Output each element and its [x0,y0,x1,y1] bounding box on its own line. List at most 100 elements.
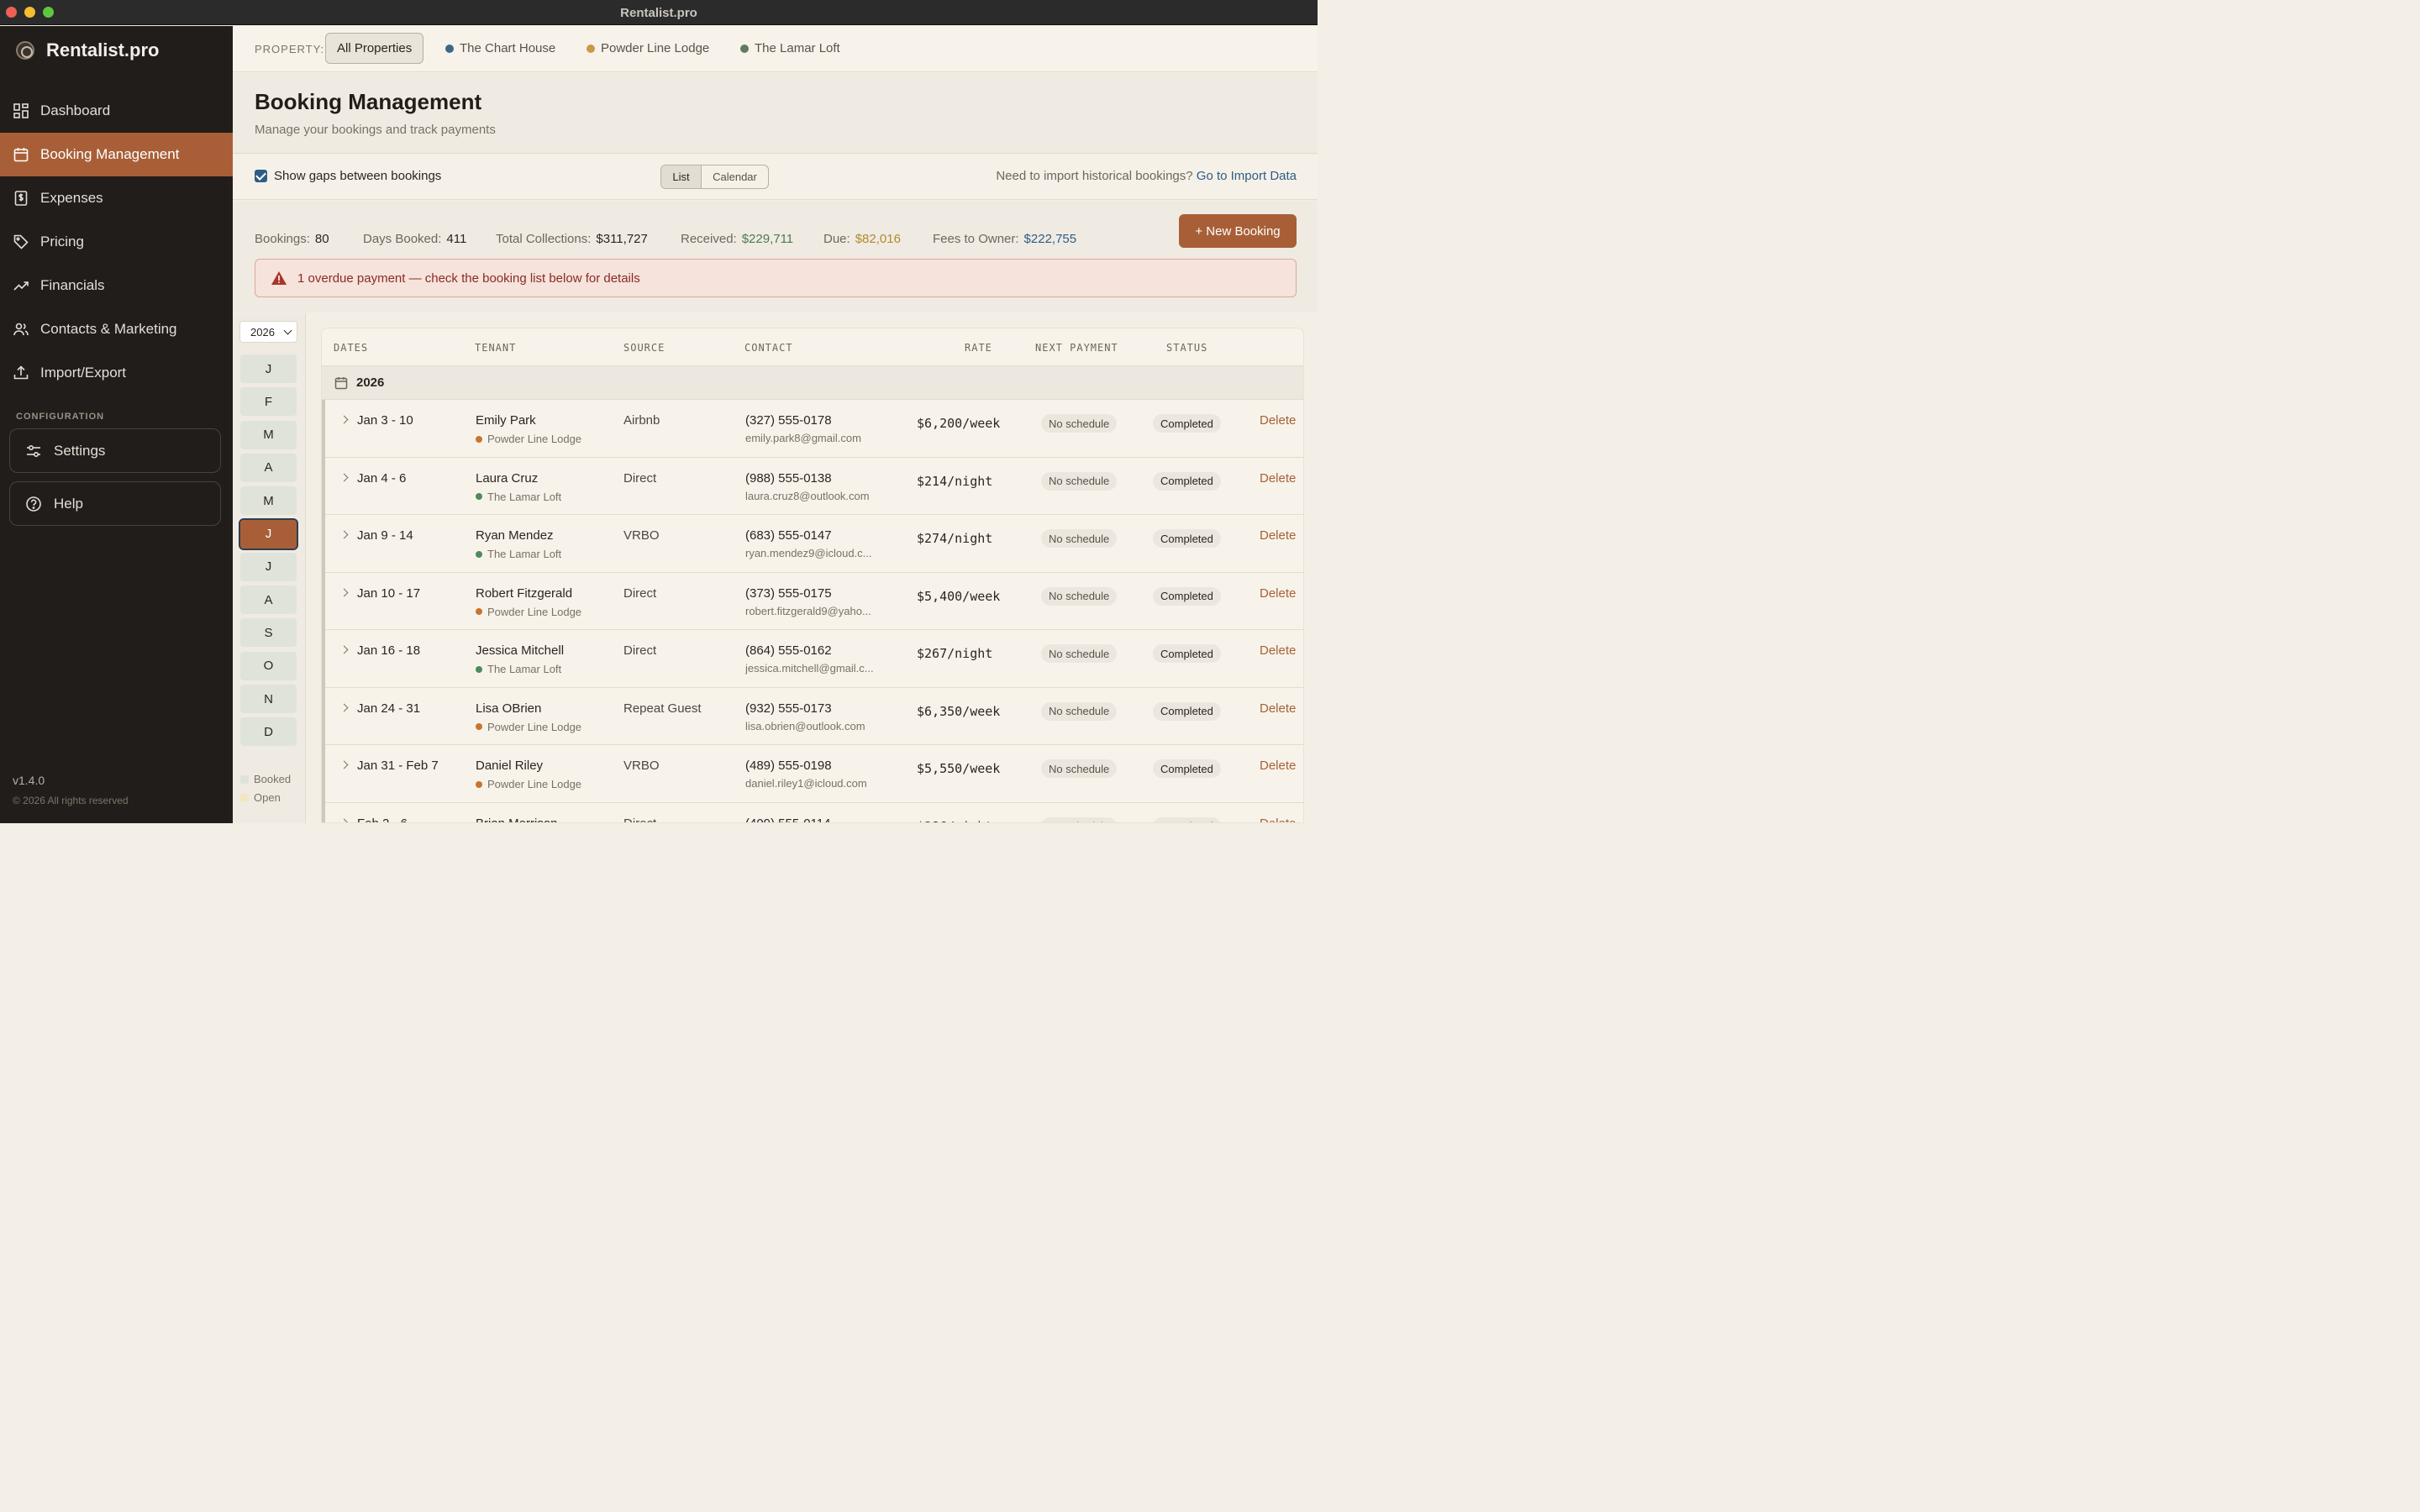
booking-rate: $274/night [917,531,993,546]
delete-booking-button[interactable]: Delete [1260,471,1296,486]
column-header-source[interactable]: SOURCE [623,342,665,354]
month-button[interactable]: J [239,517,298,550]
month-button[interactable]: D [240,717,297,747]
property-option-chart-house[interactable]: The Chart House [445,41,555,55]
status-badge: Completed [1153,471,1221,491]
contact-phone: (988) 555-0138 [745,470,832,486]
month-button[interactable]: F [240,387,297,417]
sidebar-item-contacts-marketing[interactable]: Contacts & Marketing [0,307,233,351]
property-all-button[interactable]: All Properties [325,33,424,64]
delete-booking-button[interactable]: Delete [1260,701,1296,716]
sidebar-item-label: Booking Management [40,146,180,162]
delete-booking-button[interactable]: Delete [1260,816,1296,823]
sidebar-item-dashboard[interactable]: Dashboard [0,89,233,133]
property-color-dot [445,44,454,53]
help-icon [26,496,41,512]
booking-rows: Jan 3 - 10 Emily Park Powder Line Lodge Air… [322,400,1303,823]
month-button[interactable]: J [240,552,297,581]
column-header-rate[interactable]: RATE [965,342,992,354]
table-row[interactable]: Jan 3 - 10 Emily Park Powder Line Lodge Air… [325,400,1303,458]
show-gaps-label[interactable]: Show gaps between bookings [274,169,441,183]
booking-source: VRBO [623,759,660,773]
chevron-right-icon[interactable] [339,530,349,539]
view-toggle: List Calendar [660,165,769,189]
sidebar-item-import-export[interactable]: Import/Export [0,351,233,395]
month-button[interactable]: M [240,486,297,516]
table-row[interactable]: Jan 4 - 6 Laura Cruz The Lamar Loft Direct (… [325,457,1303,515]
settings-button[interactable]: Settings [9,428,221,473]
month-button[interactable]: N [240,685,297,713]
page-header: Booking Management Manage your bookings … [233,73,1318,154]
property-color-dot [476,550,482,558]
brand-name: Rentalist.pro [46,39,160,60]
legend-label: Booked [254,773,292,785]
column-header-dates[interactable]: DATES [334,342,368,354]
delete-booking-button[interactable]: Delete [1260,759,1296,773]
stat-value: 411 [446,232,467,246]
column-header-next-payment[interactable]: NEXT PAYMENT [1035,342,1118,354]
month-button[interactable]: A [240,585,297,615]
sidebar-item-booking-management[interactable]: Booking Management [0,133,233,176]
column-header-contact[interactable]: CONTACT [744,342,793,354]
table-row[interactable]: Feb 2 - 6Brian MorrisonThe Lamar LoftDir… [325,802,1303,823]
year-select[interactable]: 2026 [239,321,297,343]
delete-booking-button[interactable]: Delete [1260,413,1296,428]
table-row[interactable]: Jan 24 - 31 Lisa OBrien Powder Line Lodge R… [325,687,1303,745]
table-row[interactable]: Jan 9 - 14 Ryan Mendez The Lamar Loft VRBO (… [325,515,1303,573]
contact-email: daniel.riley1@icloud.com [745,777,867,790]
contact-phone: (932) 555-0173 [745,701,832,716]
import-data-link[interactable]: Go to Import Data [1197,169,1297,183]
sidebar-item-financials[interactable]: Financials [0,264,233,307]
delete-booking-button[interactable]: Delete [1260,528,1296,543]
chevron-right-icon[interactable] [339,645,349,654]
next-payment-badge: No schedule [1041,586,1118,606]
sidebar-item-label: Dashboard [40,102,111,118]
month-button[interactable]: A [240,453,297,482]
property-color-dot [740,44,749,53]
chevron-right-icon[interactable] [339,703,349,711]
brand[interactable]: Rentalist.pro [16,39,159,61]
chevron-right-icon[interactable] [339,760,349,769]
chevron-right-icon[interactable] [339,818,349,822]
month-button[interactable]: J [240,354,297,383]
view-list-button[interactable]: List [661,165,702,188]
list-controls: Show gaps between bookings List Calendar… [233,155,1318,200]
tenant-name: Jessica Mitchell [476,643,565,658]
column-header-status[interactable]: STATUS [1166,342,1207,354]
chevron-right-icon[interactable] [339,415,349,424]
property-option-label: The Lamar Loft [755,41,840,55]
configuration-heading: CONFIGURATION [16,412,105,422]
column-header-tenant[interactable]: TENANT [475,342,516,354]
year-group-label: 2026 [356,375,385,390]
table-row[interactable]: Jan 31 - Feb 7 Daniel Riley Powder Line Lo… [325,745,1303,803]
version-label: v1.4.0 [13,774,45,787]
booking-property: The Lamar Loft [476,491,561,503]
status-badge: Completed [1153,414,1221,433]
tenant-name: Lisa OBrien [476,701,542,716]
chevron-right-icon[interactable] [339,588,349,596]
show-gaps-checkbox[interactable] [255,170,267,182]
table-row[interactable]: Jan 16 - 18 Jessica Mitchell The Lamar Lof… [325,630,1303,688]
delete-booking-button[interactable]: Delete [1260,643,1296,658]
booking-dates: Jan 24 - 31 [357,701,421,716]
month-button[interactable]: O [240,651,297,680]
year-group-row: 2026 [322,366,1303,400]
delete-booking-button[interactable]: Delete [1260,586,1296,601]
sidebar-item-pricing[interactable]: Pricing [0,220,233,264]
brand-logo-icon [16,41,34,60]
month-button[interactable]: S [240,618,297,648]
view-calendar-button[interactable]: Calendar [702,165,768,188]
month-button[interactable]: M [240,420,297,449]
help-button[interactable]: Help [9,481,221,526]
table-row[interactable]: Jan 10 - 17 Robert Fitzgerald Powder Line … [325,572,1303,630]
contact-phone: (327) 555-0178 [745,413,832,428]
property-name: The Lamar Loft [487,490,562,503]
sidebar-item-expenses[interactable]: Expenses [0,176,233,220]
property-option-lamar-loft[interactable]: The Lamar Loft [740,41,840,55]
stat-value: $229,711 [741,232,794,246]
sidebar-item-label: Expenses [40,190,103,206]
property-name: The Lamar Loft [487,663,562,675]
property-option-powder-line-lodge[interactable]: Powder Line Lodge [587,41,709,55]
chevron-right-icon[interactable] [339,473,349,481]
new-booking-button[interactable]: + New Booking [1179,214,1297,248]
